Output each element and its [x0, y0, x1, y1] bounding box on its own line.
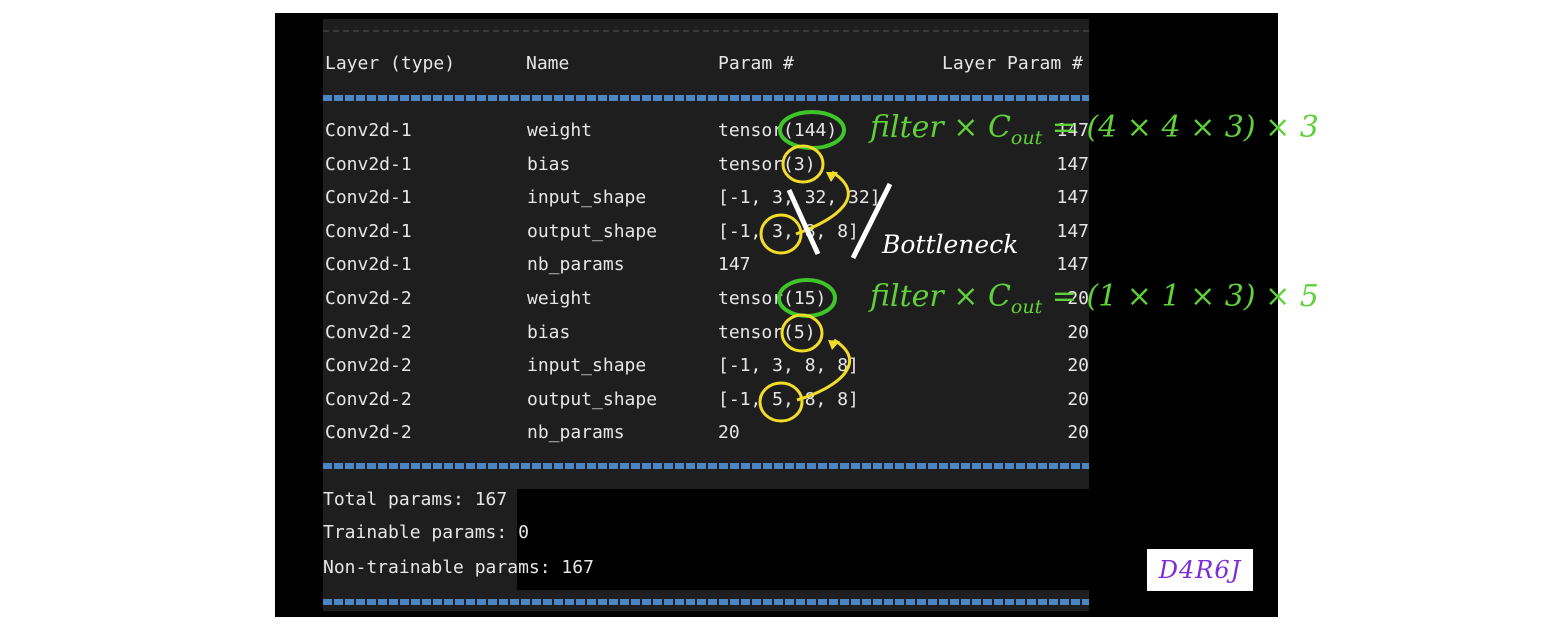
arrow-curve-2 [796, 338, 852, 402]
circle-5-bias [780, 313, 824, 353]
formula-conv1: filter × Cout = (4 × 4 × 3) × 3 [870, 110, 1319, 149]
formula2-sub: out [1010, 296, 1043, 318]
formula1-prefix: filter × C [870, 110, 1011, 145]
circle-3-output [759, 213, 803, 255]
formula1-suffix: = (4 × 4 × 3) × 3 [1042, 110, 1319, 145]
annotation-overlay [758, 110, 893, 423]
circle-5-output [758, 381, 804, 423]
bottleneck-slash-left [786, 188, 821, 256]
arrow-head-2 [828, 340, 840, 350]
formula2-suffix: = (1 × 1 × 3) × 5 [1042, 279, 1319, 314]
signature-badge: D4R6J [1147, 549, 1253, 591]
arrow-head-1 [826, 172, 838, 182]
formula-conv2: filter × Cout = (1 × 1 × 3) × 5 [870, 279, 1319, 318]
bottleneck-label: Bottleneck [882, 230, 1019, 259]
formula1-sub: out [1010, 127, 1043, 149]
signature-text: D4R6J [1158, 556, 1242, 584]
circle-15 [777, 278, 837, 318]
circle-144 [778, 110, 846, 150]
circle-3-bias [781, 144, 825, 184]
formula2-prefix: filter × C [870, 279, 1011, 314]
